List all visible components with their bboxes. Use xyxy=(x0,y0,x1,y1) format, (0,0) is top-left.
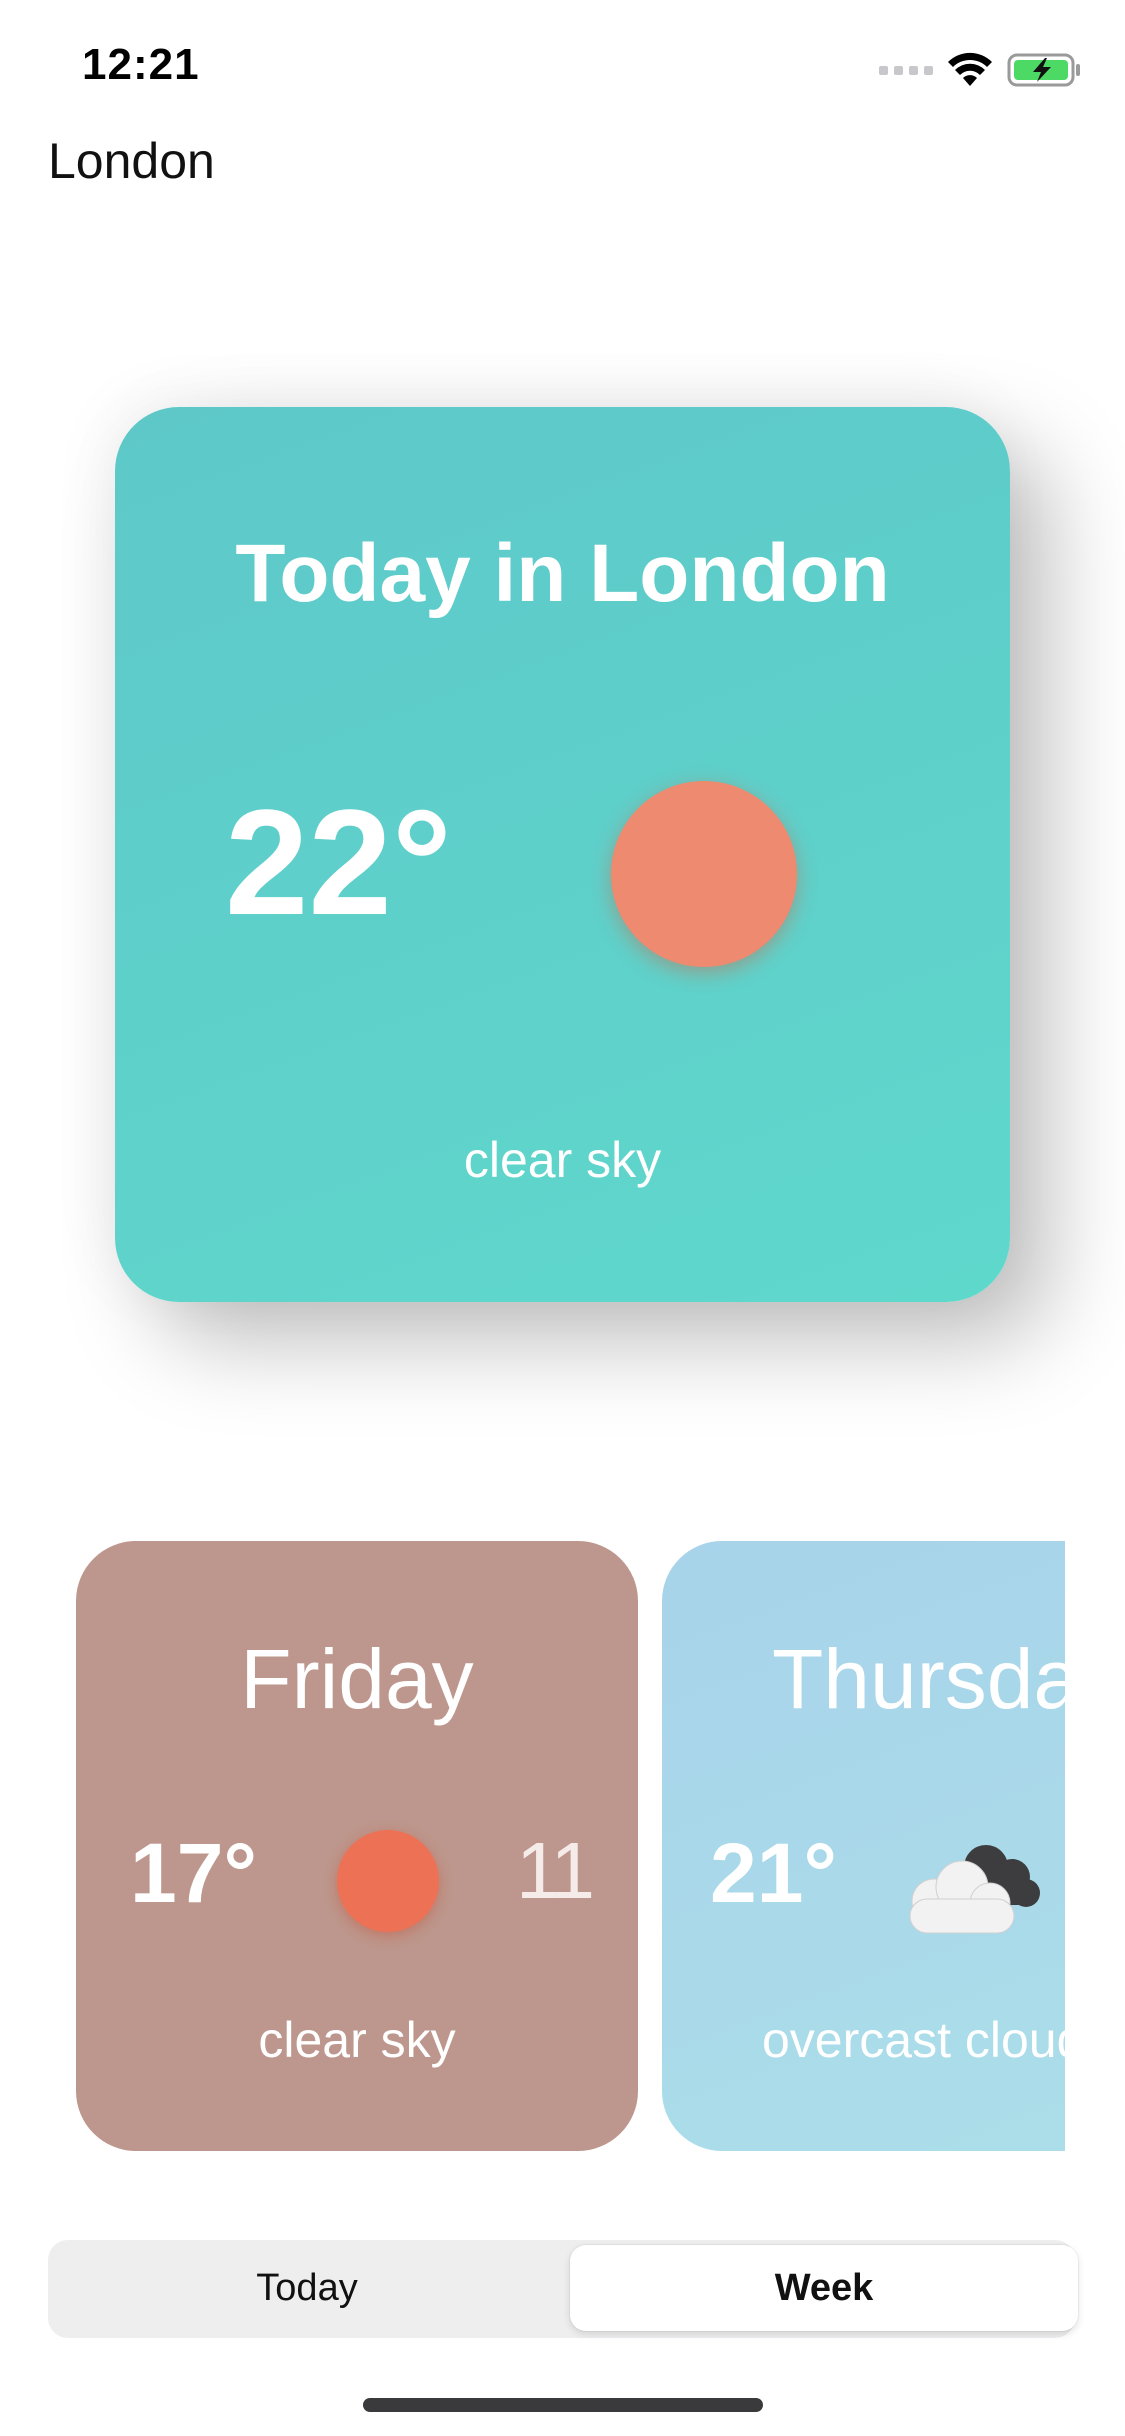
forecast-extra-value: 11 xyxy=(516,1826,595,1915)
today-weather-card[interactable]: Today in London 22° clear sky xyxy=(115,407,1010,1302)
overcast-clouds-icon xyxy=(909,1845,1040,1934)
sun-icon xyxy=(337,1830,439,1932)
weather-screen: 12:21 London Today in London 22° clear s… xyxy=(0,0,1125,2436)
sun-icon xyxy=(611,781,797,967)
status-icons xyxy=(879,50,1083,90)
battery-charging-icon xyxy=(1007,53,1080,87)
forecast-card-friday[interactable]: Friday 17° 11 clear sky xyxy=(76,1541,638,2151)
forecast-temperature: 21° xyxy=(710,1826,838,1920)
today-card-title: Today in London xyxy=(235,528,890,619)
forecast-description: clear sky xyxy=(258,2012,456,2068)
home-indicator[interactable] xyxy=(363,2398,763,2412)
forecast-description: overcast clouds xyxy=(762,2012,1065,2068)
cellular-signal-icon xyxy=(879,65,933,75)
forecast-day-name: Thursday xyxy=(772,1632,1065,1726)
week-forecast-scroller[interactable]: Friday 17° 11 clear sky Thursday 21° xyxy=(0,1541,1065,2151)
today-week-segmented-control[interactable]: Today Week xyxy=(48,2240,1078,2338)
forecast-day-name: Friday xyxy=(240,1632,474,1726)
wifi-icon xyxy=(948,52,992,86)
forecast-temperature: 17° xyxy=(130,1826,258,1920)
today-temperature: 22° xyxy=(225,778,452,946)
segment-today[interactable]: Today xyxy=(53,2245,561,2331)
status-time: 12:21 xyxy=(82,40,200,89)
today-description: clear sky xyxy=(463,1132,662,1188)
segment-week[interactable]: Week xyxy=(570,2245,1078,2331)
forecast-card-thursday[interactable]: Thursday 21° overcast clouds xyxy=(662,1541,1065,2151)
nav-title: London xyxy=(48,133,215,189)
